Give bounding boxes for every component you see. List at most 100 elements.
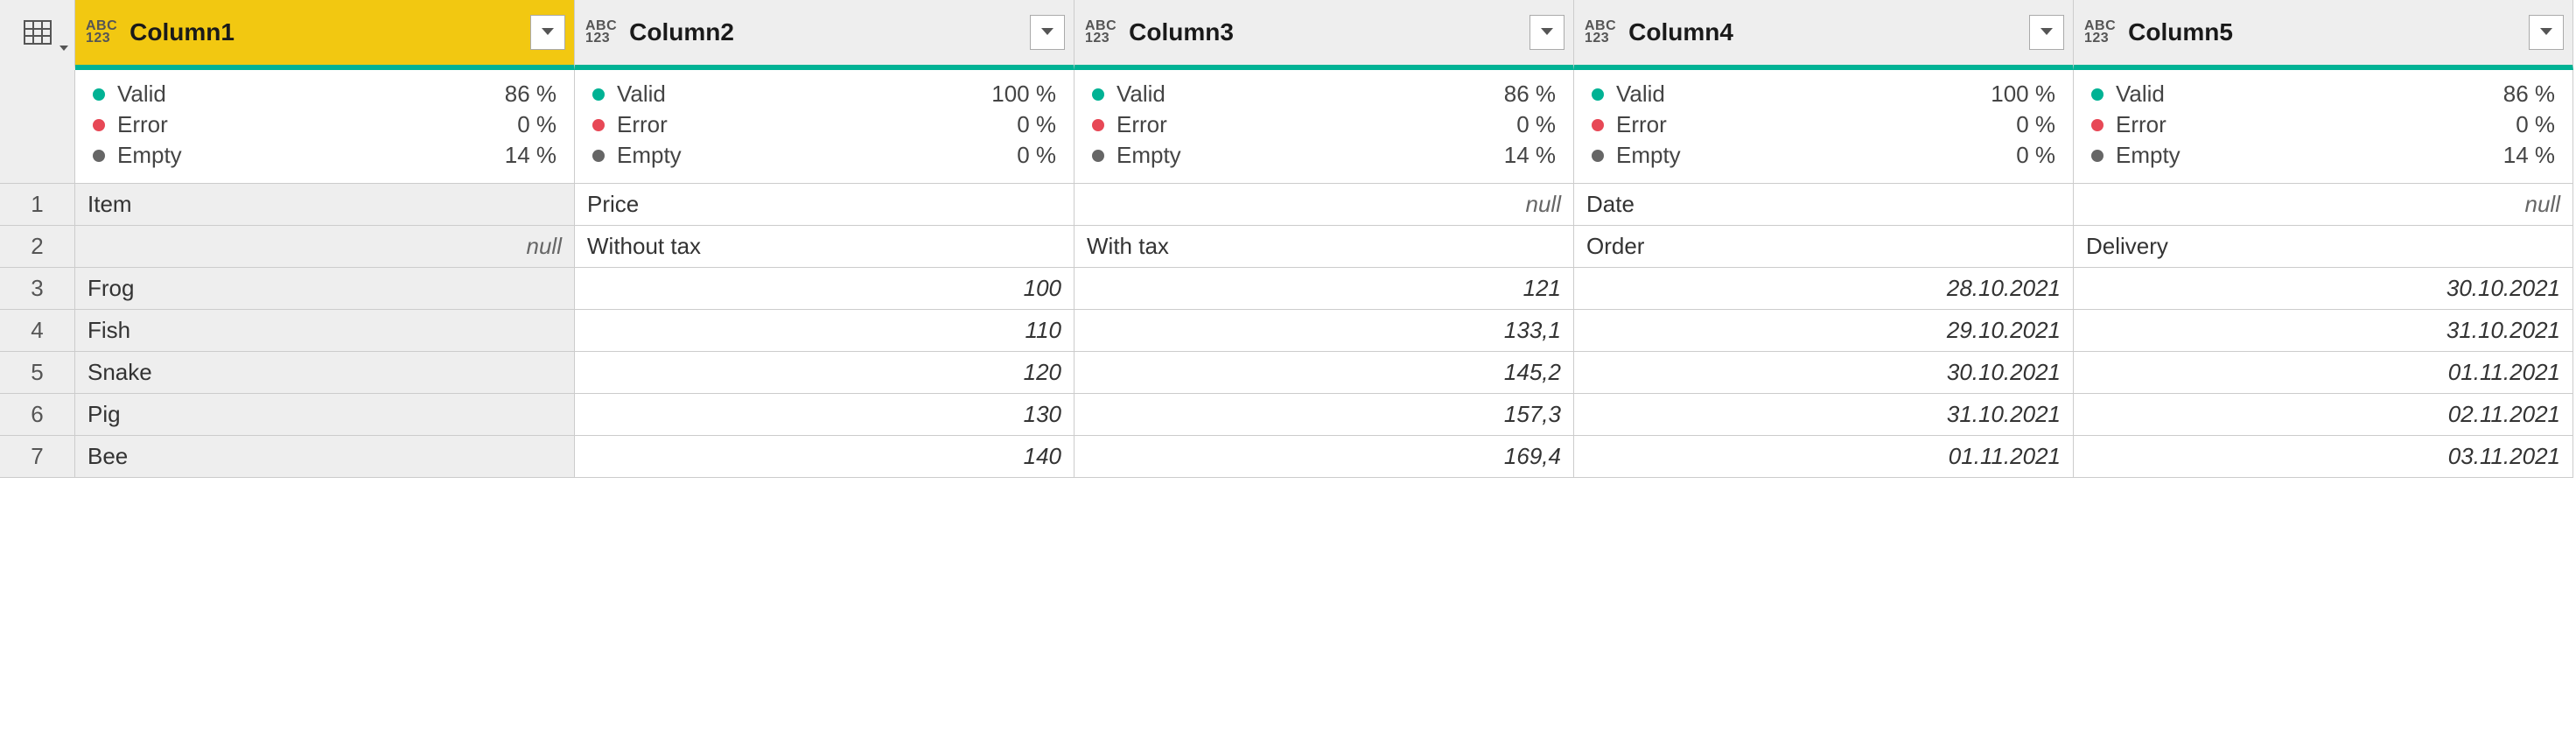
valid-dot-icon <box>93 88 105 101</box>
quality-error: Error0 % <box>592 109 1056 140</box>
row-number[interactable]: 2 <box>0 226 75 268</box>
column-filter-dropdown[interactable] <box>1030 15 1065 50</box>
cell[interactable]: 31.10.2021 <box>1574 394 2074 436</box>
cell[interactable]: Order <box>1574 226 2074 268</box>
cell[interactable]: 01.11.2021 <box>2074 352 2573 394</box>
data-type-icon[interactable]: ABC123 <box>1585 20 1616 46</box>
cell[interactable]: 31.10.2021 <box>2074 310 2573 352</box>
cell[interactable]: Delivery <box>2074 226 2573 268</box>
quality-empty: Empty14 % <box>1092 140 1556 171</box>
cell[interactable]: 28.10.2021 <box>1574 268 2074 310</box>
chevron-down-icon <box>2038 19 2055 46</box>
cell[interactable]: null <box>1074 184 1574 226</box>
error-dot-icon <box>1092 119 1104 131</box>
valid-dot-icon <box>2091 88 2104 101</box>
data-type-icon[interactable]: ABC123 <box>86 20 117 46</box>
row-number[interactable]: 1 <box>0 184 75 226</box>
table-row[interactable]: 4Fish110133,129.10.202131.10.2021 <box>0 310 2576 352</box>
quality-valid: Valid100 % <box>592 79 1056 109</box>
cell[interactable]: null <box>2074 184 2573 226</box>
table-row[interactable]: 2nullWithout taxWith taxOrderDelivery <box>0 226 2576 268</box>
data-type-icon[interactable]: ABC123 <box>1085 20 1116 46</box>
cell[interactable]: 100 <box>575 268 1074 310</box>
row-number[interactable]: 3 <box>0 268 75 310</box>
column-filter-dropdown[interactable] <box>2529 15 2564 50</box>
error-dot-icon <box>2091 119 2104 131</box>
column-quality-5[interactable]: Valid86 %Error0 %Empty14 % <box>2074 70 2573 184</box>
column-header-1[interactable]: ABC123 Column1 <box>75 0 575 70</box>
quality-empty: Empty0 % <box>1592 140 2055 171</box>
cell[interactable]: 140 <box>575 436 1074 478</box>
cell[interactable]: 30.10.2021 <box>2074 268 2573 310</box>
cell[interactable]: 30.10.2021 <box>1574 352 2074 394</box>
table-row[interactable]: 6Pig130157,331.10.202102.11.2021 <box>0 394 2576 436</box>
quality-error: Error0 % <box>1592 109 2055 140</box>
cell[interactable]: 03.11.2021 <box>2074 436 2573 478</box>
data-type-icon[interactable]: ABC123 <box>2084 20 2116 46</box>
row-number[interactable]: 5 <box>0 352 75 394</box>
cell[interactable]: Fish <box>75 310 575 352</box>
cell[interactable]: Price <box>575 184 1074 226</box>
cell[interactable]: 02.11.2021 <box>2074 394 2573 436</box>
cell[interactable]: Pig <box>75 394 575 436</box>
column-filter-dropdown[interactable] <box>1530 15 1564 50</box>
cell[interactable]: Frog <box>75 268 575 310</box>
column-header-2[interactable]: ABC123Column2 <box>575 0 1074 70</box>
cell[interactable]: Without tax <box>575 226 1074 268</box>
table-row[interactable]: 3Frog10012128.10.202130.10.2021 <box>0 268 2576 310</box>
select-all-corner[interactable] <box>0 0 75 70</box>
quality-error: Error0 % <box>1092 109 1556 140</box>
chevron-down-icon <box>1039 19 1056 46</box>
quality-empty: Empty14 % <box>93 140 556 171</box>
cell[interactable]: 29.10.2021 <box>1574 310 2074 352</box>
cell[interactable]: 130 <box>575 394 1074 436</box>
quality-valid: Valid86 % <box>1092 79 1556 109</box>
cell[interactable]: With tax <box>1074 226 1574 268</box>
error-dot-icon <box>1592 119 1604 131</box>
cell[interactable]: 157,3 <box>1074 394 1574 436</box>
cell[interactable]: 121 <box>1074 268 1574 310</box>
cell[interactable]: 110 <box>575 310 1074 352</box>
cell[interactable]: Date <box>1574 184 2074 226</box>
quality-empty: Empty0 % <box>592 140 1056 171</box>
chevron-down-icon <box>1538 19 1556 46</box>
table-row[interactable]: 5Snake120145,230.10.202101.11.2021 <box>0 352 2576 394</box>
empty-dot-icon <box>1092 150 1104 162</box>
table-row[interactable]: 7Bee140169,401.11.202103.11.2021 <box>0 436 2576 478</box>
column-filter-dropdown[interactable] <box>530 15 565 50</box>
data-type-icon[interactable]: ABC123 <box>585 20 617 46</box>
column-quality-3[interactable]: Valid86 %Error0 %Empty14 % <box>1074 70 1574 184</box>
cell[interactable]: 169,4 <box>1074 436 1574 478</box>
valid-dot-icon <box>1592 88 1604 101</box>
cell[interactable]: 01.11.2021 <box>1574 436 2074 478</box>
row-number[interactable]: 4 <box>0 310 75 352</box>
column-name: Column1 <box>130 18 530 46</box>
chevron-down-icon <box>59 32 69 60</box>
column-header-3[interactable]: ABC123 Column3 <box>1074 0 1574 70</box>
cell[interactable]: Snake <box>75 352 575 394</box>
valid-dot-icon <box>592 88 605 101</box>
quality-error: Error0 % <box>93 109 556 140</box>
column-filter-dropdown[interactable] <box>2029 15 2064 50</box>
cell[interactable]: 120 <box>575 352 1074 394</box>
empty-dot-icon <box>93 150 105 162</box>
column-quality-4[interactable]: Valid100 %Error0 %Empty0 % <box>1574 70 2074 184</box>
quality-valid: Valid100 % <box>1592 79 2055 109</box>
table-row[interactable]: 1ItemPricenullDatenull <box>0 184 2576 226</box>
column-quality-2[interactable]: Valid100 %Error0 %Empty0 % <box>575 70 1074 184</box>
row-number[interactable]: 7 <box>0 436 75 478</box>
cell[interactable]: Item <box>75 184 575 226</box>
cell[interactable]: 145,2 <box>1074 352 1574 394</box>
row-number[interactable]: 6 <box>0 394 75 436</box>
cell[interactable]: 133,1 <box>1074 310 1574 352</box>
column-quality-row: Valid86 %Error0 %Empty14 %Valid100 %Erro… <box>0 70 2576 184</box>
column-header-5[interactable]: ABC123 Column5 <box>2074 0 2573 70</box>
column-name: Column3 <box>1129 18 1530 46</box>
column-header-4[interactable]: ABC123Column4 <box>1574 0 2074 70</box>
column-name: Column5 <box>2128 18 2529 46</box>
column-quality-1[interactable]: Valid86 %Error0 %Empty14 % <box>75 70 575 184</box>
power-query-preview-grid: ABC123Column1ABC123Column2ABC123Column3A… <box>0 0 2576 478</box>
empty-dot-icon <box>1592 150 1604 162</box>
cell[interactable]: null <box>75 226 575 268</box>
cell[interactable]: Bee <box>75 436 575 478</box>
